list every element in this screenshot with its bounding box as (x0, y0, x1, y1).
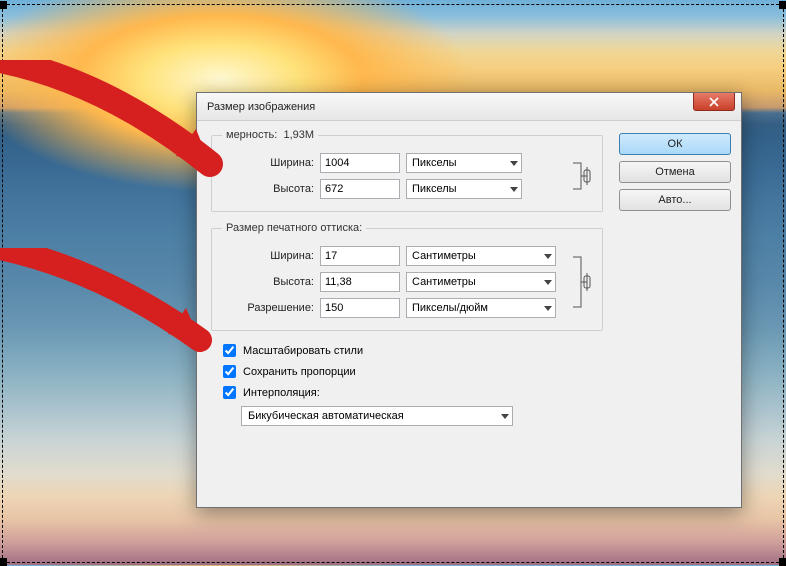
combo-value: Пикселы/дюйм (412, 302, 488, 314)
constrain-link-icon[interactable] (570, 153, 592, 199)
interpolate-label: Интерполяция: (243, 387, 320, 399)
chevron-down-icon (501, 414, 509, 419)
interpolate-checkbox[interactable] (223, 386, 236, 399)
crop-handle-tr[interactable] (779, 1, 786, 9)
dialog-titlebar[interactable]: Размер изображения (197, 93, 741, 121)
print-width-unit-combo[interactable]: Сантиметры (406, 246, 556, 266)
pixel-height-input[interactable] (320, 179, 400, 199)
auto-button[interactable]: Авто... (619, 189, 731, 211)
interpolate-checkbox-row: Интерполяция: (219, 383, 603, 402)
image-size-dialog: Размер изображения мерность: 1,93M Ширин… (196, 92, 742, 508)
resolution-unit-combo[interactable]: Пикселы/дюйм (406, 298, 556, 318)
interpolation-combo[interactable]: Бикубическая автоматическая (241, 406, 513, 426)
constrain-checkbox-row: Сохранить пропорции (219, 362, 603, 381)
dialog-title: Размер изображения (207, 101, 315, 113)
pixel-height-label: Высота: (222, 183, 314, 195)
constrain-label: Сохранить пропорции (243, 366, 356, 378)
print-height-input[interactable] (320, 272, 400, 292)
print-height-unit-combo[interactable]: Сантиметры (406, 272, 556, 292)
combo-value: Сантиметры (412, 276, 476, 288)
chevron-down-icon (510, 187, 518, 192)
close-button[interactable] (693, 93, 735, 111)
print-size-group: Размер печатного оттиска: Ширина: Сантим… (211, 222, 603, 331)
cancel-button[interactable]: Отмена (619, 161, 731, 183)
resolution-input[interactable] (320, 298, 400, 318)
scale-styles-checkbox-row: Масштабировать стили (219, 341, 603, 360)
combo-value: Сантиметры (412, 250, 476, 262)
crop-handle-tl[interactable] (0, 1, 7, 9)
pixel-width-label: Ширина: (222, 157, 314, 169)
chevron-down-icon (544, 280, 552, 285)
scale-styles-label: Масштабировать стили (243, 345, 363, 357)
chevron-down-icon (510, 161, 518, 166)
chevron-down-icon (544, 254, 552, 259)
constrain-checkbox[interactable] (223, 365, 236, 378)
print-height-label: Высота: (222, 276, 314, 288)
chevron-down-icon (544, 306, 552, 311)
pixel-dimensions-group: мерность: 1,93M Ширина: Пикселы (211, 129, 603, 212)
print-width-input[interactable] (320, 246, 400, 266)
combo-value: Пикселы (412, 157, 457, 169)
scale-styles-checkbox[interactable] (223, 344, 236, 357)
print-width-label: Ширина: (222, 250, 314, 262)
print-size-legend: Размер печатного оттиска: (222, 222, 366, 234)
pixel-width-input[interactable] (320, 153, 400, 173)
combo-value: Бикубическая автоматическая (248, 410, 404, 422)
pixel-height-unit-combo[interactable]: Пикселы (406, 179, 522, 199)
ok-button[interactable]: ОК (619, 133, 731, 155)
pixel-dimensions-legend: мерность: 1,93M (222, 129, 318, 141)
annotation-arrow (0, 248, 220, 358)
close-icon (708, 97, 720, 107)
constrain-link-icon[interactable] (570, 246, 592, 318)
pixel-width-unit-combo[interactable]: Пикселы (406, 153, 522, 173)
resolution-label: Разрешение: (222, 302, 314, 314)
combo-value: Пикселы (412, 183, 457, 195)
